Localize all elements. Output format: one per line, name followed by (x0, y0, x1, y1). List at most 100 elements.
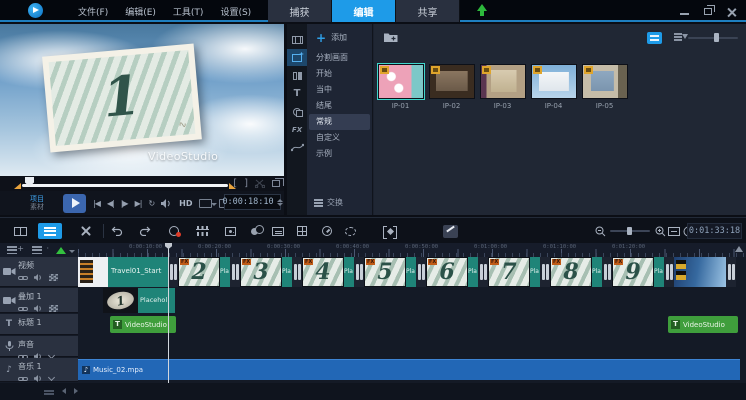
zoom-out-icon[interactable] (592, 223, 608, 239)
track-list-icon[interactable] (32, 246, 42, 254)
timecode-spinner[interactable] (277, 199, 283, 206)
subtitle-editor-icon[interactable] (270, 223, 286, 239)
timeline-zoom-thumb[interactable] (627, 227, 632, 235)
placeholder-stub[interactable]: Pla (282, 257, 292, 287)
transition-icon[interactable] (540, 257, 550, 287)
template-thumbnail[interactable] (378, 64, 424, 99)
video-clip-2[interactable]: FX2 (178, 257, 220, 287)
title-clip[interactable]: T VideoStudio (110, 316, 176, 333)
video-clip-7[interactable]: FX7 (488, 257, 530, 287)
titles-icon[interactable]: T (287, 85, 307, 102)
title-clip[interactable]: T VideoStudio (668, 316, 738, 333)
enlarge-preview-icon[interactable] (272, 180, 280, 187)
graphics-icon[interactable] (287, 103, 307, 120)
chevron-down-icon[interactable] (48, 374, 55, 381)
video-clip-3[interactable]: FX3 (240, 257, 282, 287)
template-item[interactable]: IP-04 (528, 64, 579, 110)
playhead[interactable] (168, 243, 169, 383)
template-item[interactable]: IP-03 (477, 64, 528, 110)
menu-edit[interactable]: 编辑(E) (125, 5, 156, 18)
video-clip-5[interactable]: FX5 (364, 257, 406, 287)
repeat-button[interactable]: ↻ (148, 199, 154, 208)
category-general[interactable]: 常规 (309, 114, 370, 130)
overlay-clip-thumbnail[interactable]: 1 (103, 288, 138, 313)
zoom-slider-thumb[interactable] (714, 33, 719, 42)
category-sample[interactable]: 示例 (307, 146, 372, 162)
mark-out-icon[interactable]: ] (244, 178, 248, 189)
template-item[interactable]: IP-01 (375, 64, 426, 110)
close-button[interactable] (727, 7, 736, 16)
template-thumbnail[interactable] (480, 64, 526, 99)
enlarge-dropdown-icon[interactable] (199, 199, 212, 208)
motion-tracking-icon[interactable] (222, 223, 238, 239)
video-clip-4[interactable]: FX4 (302, 257, 344, 287)
project-duration-timecode[interactable]: 0:01:33:18 (687, 223, 742, 239)
minimize-button[interactable] (680, 13, 689, 15)
next-frame-button[interactable]: |▶ (121, 199, 128, 208)
video-clip-8[interactable]: FX8 (550, 257, 592, 287)
overlay-clip[interactable]: Placehol (138, 288, 175, 313)
sound-mixer-icon[interactable] (194, 223, 210, 239)
transparency-checker-icon[interactable] (49, 305, 58, 312)
transition-icon[interactable] (602, 257, 612, 287)
placeholder-stub[interactable]: Pla (654, 257, 664, 287)
mask-creator-icon[interactable] (342, 223, 358, 239)
category-ending[interactable]: 结尾 (307, 98, 372, 114)
voice-track-content[interactable] (78, 336, 746, 357)
scroll-left-icon[interactable] (62, 388, 66, 394)
motion-path-icon[interactable] (287, 139, 307, 156)
timeline-ruler[interactable]: 0:00:10:00 0:00:20:00 0:00:30:00 0:00:40… (78, 243, 746, 257)
transition-icon[interactable] (168, 257, 178, 287)
transition-icon[interactable] (230, 257, 240, 287)
template-thumbnail[interactable] (582, 64, 628, 99)
ending-clip[interactable] (674, 257, 726, 287)
template-thumbnail[interactable] (531, 64, 577, 99)
media-library-icon[interactable] (287, 31, 307, 48)
placeholder-stub[interactable]: Pla (530, 257, 540, 287)
time-remap-icon[interactable] (319, 223, 335, 239)
record-capture-icon[interactable] (166, 223, 182, 239)
placeholder-stub[interactable]: Pla (220, 257, 230, 287)
transition-icon[interactable] (292, 257, 302, 287)
hd-toggle[interactable]: HD (179, 199, 192, 208)
redo-icon[interactable] (137, 223, 153, 239)
mark-in-icon[interactable]: [ (233, 178, 237, 189)
link-icon[interactable] (18, 376, 28, 382)
chroma-key-dropdown-icon[interactable] (56, 247, 66, 254)
track-volume-icon[interactable] (34, 375, 43, 382)
transition-icon[interactable] (478, 257, 488, 287)
menu-settings[interactable]: 设置(S) (220, 5, 251, 18)
transition-icon[interactable] (726, 257, 736, 287)
volume-icon[interactable] (161, 199, 172, 208)
video-track-header[interactable]: 视频 (0, 257, 78, 287)
drawing-mask-icon[interactable] (442, 223, 458, 239)
transition-icon[interactable] (354, 257, 364, 287)
sort-icon[interactable] (674, 33, 682, 35)
intro-clip-thumbnail[interactable] (78, 257, 108, 287)
voice-track-header[interactable]: 声音 (0, 336, 78, 357)
restore-button[interactable] (704, 8, 712, 15)
mode-project[interactable]: 项目 (30, 195, 56, 203)
painting-creator-icon[interactable] (246, 223, 262, 239)
timeline-view-icon[interactable] (38, 223, 62, 239)
placeholder-stub[interactable]: Pla (592, 257, 602, 287)
track-volume-icon[interactable] (34, 305, 43, 312)
timeline-zoom-slider[interactable] (610, 230, 650, 232)
video-clip-6[interactable]: FX6 (426, 257, 468, 287)
add-folder-icon[interactable] (384, 32, 398, 43)
storyboard-view-icon[interactable] (12, 223, 28, 239)
overlay-track-header[interactable]: 叠加 1 (0, 288, 78, 313)
undo-icon[interactable] (109, 223, 125, 239)
track-transparency-icon[interactable] (382, 223, 398, 239)
video-clip-9[interactable]: FX9 (612, 257, 654, 287)
crossed-tools-icon[interactable] (78, 223, 94, 239)
end-button[interactable]: ▶| (135, 199, 142, 208)
transition-icon[interactable] (664, 257, 674, 287)
home-button[interactable]: |◀ (93, 199, 100, 208)
menu-tools[interactable]: 工具(T) (173, 5, 204, 18)
title-track-header[interactable]: T 标题 1 (0, 314, 78, 335)
track-manager-icon[interactable] (7, 246, 17, 254)
split-clip-icon[interactable] (255, 179, 265, 188)
ruler-unit-icon[interactable] (44, 390, 54, 392)
list-view-toggle-icon[interactable] (647, 32, 662, 44)
